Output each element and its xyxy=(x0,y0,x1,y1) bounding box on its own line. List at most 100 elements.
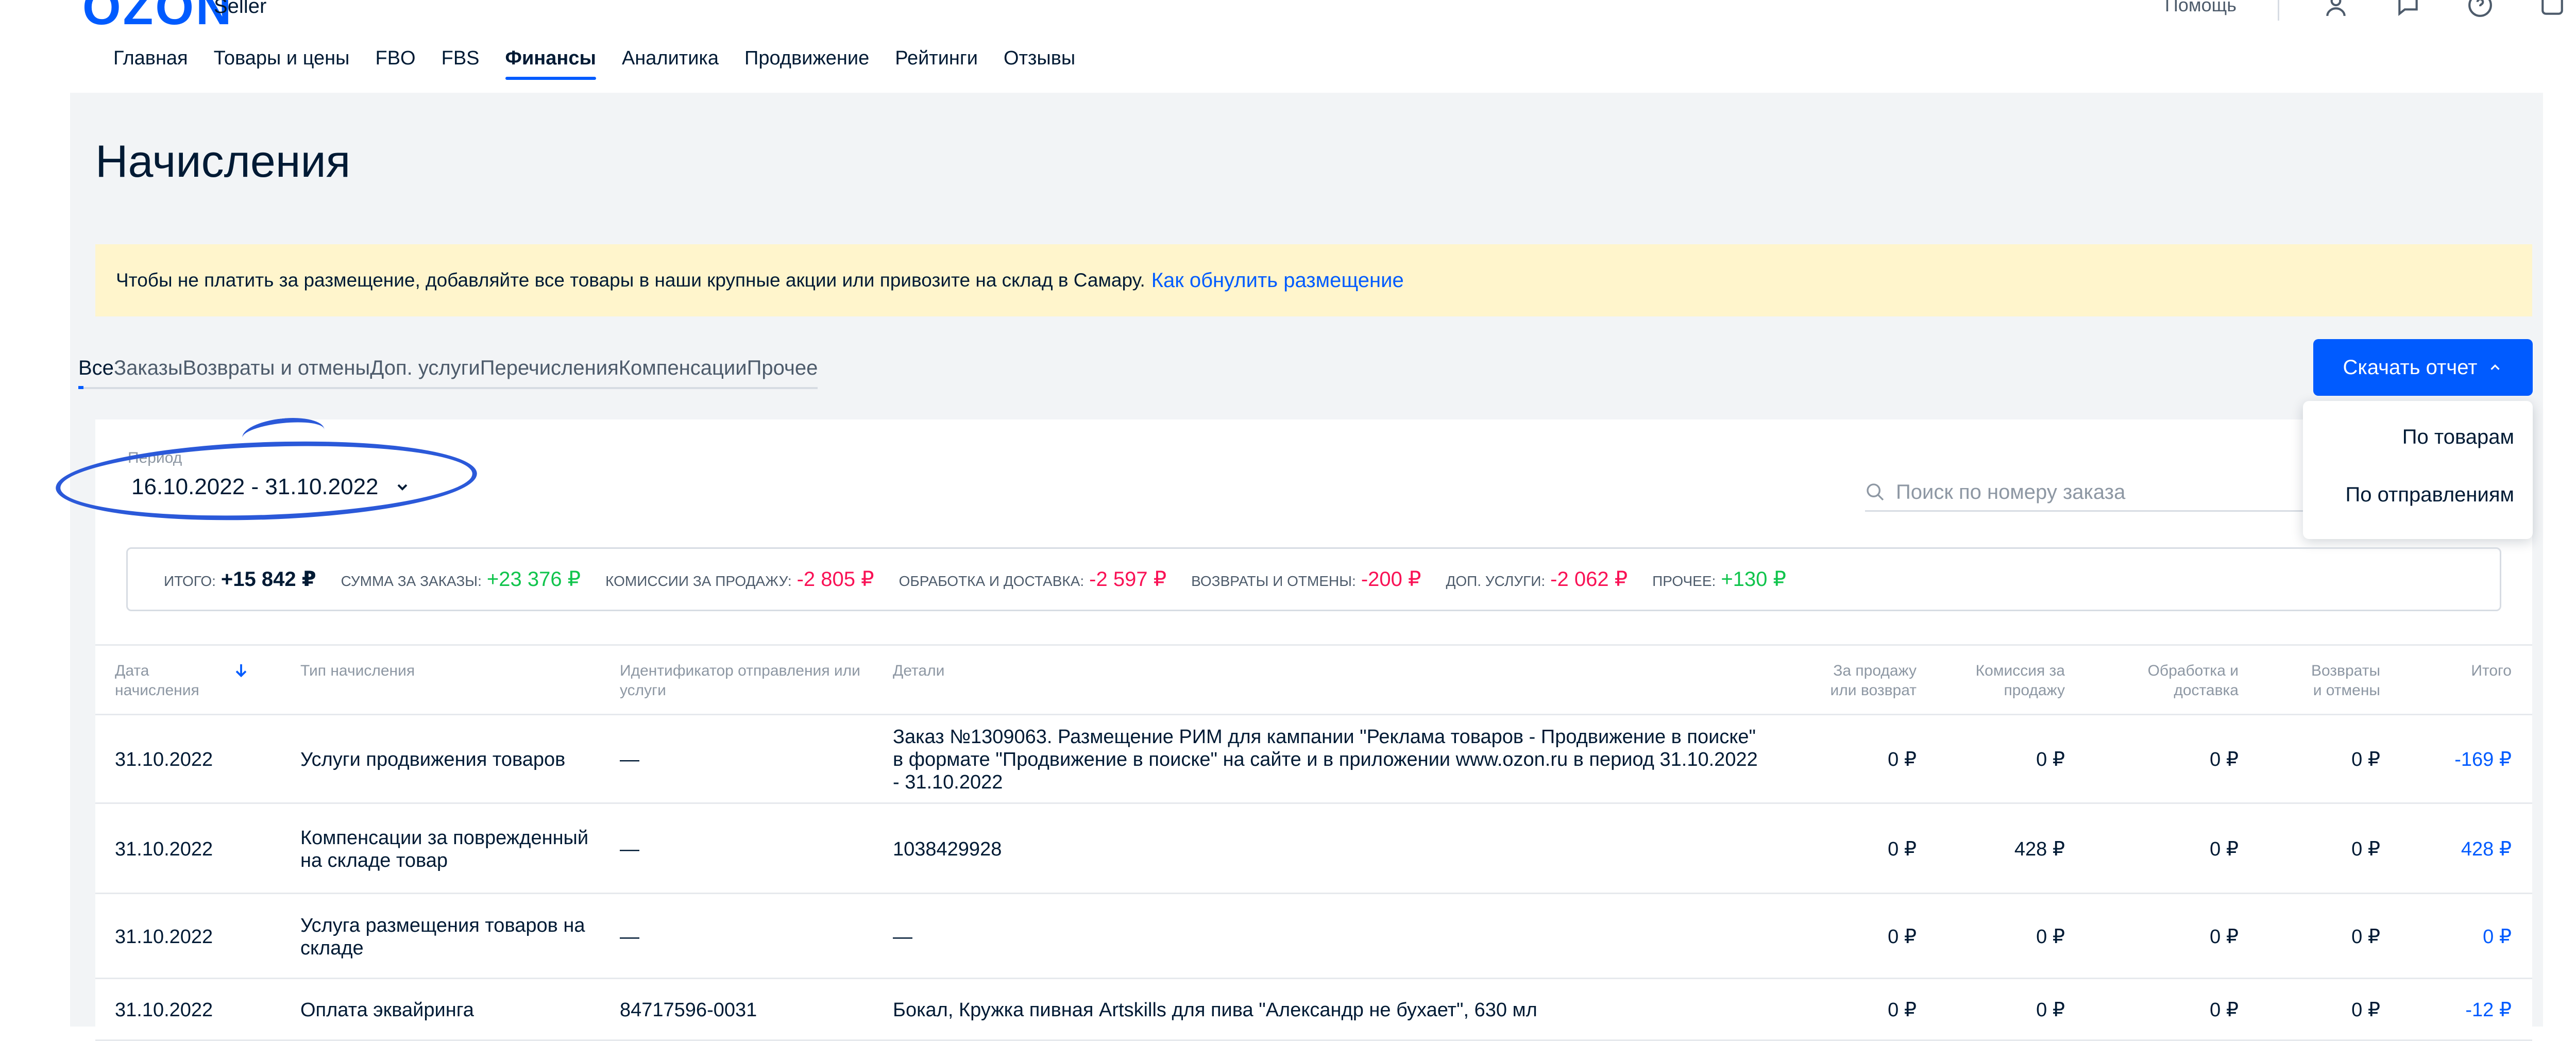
nav-tab[interactable]: Отзывы xyxy=(1004,47,1075,80)
cell-processing: 0 ₽ xyxy=(2210,999,2239,1021)
cell-id: 84717596-0031 xyxy=(620,999,757,1021)
summary-value: -2 597 ₽ xyxy=(1089,568,1167,591)
help-icon[interactable] xyxy=(2465,0,2496,21)
summary-label: Возвраты и отмены: xyxy=(1191,573,1356,589)
cell-returns: 0 ₽ xyxy=(2351,926,2380,948)
table-row[interactable]: 31.10.2022 Компенсации за поврежденный на… xyxy=(95,804,2532,894)
nav-tab[interactable]: FBO xyxy=(375,47,415,80)
nav-tab[interactable]: Аналитика xyxy=(622,47,719,80)
summary-item: Комиссии за продажу: -2 805 ₽ xyxy=(605,567,874,591)
cell-type: Компенсации за поврежденный на складе то… xyxy=(300,827,589,871)
subtab[interactable]: Прочее xyxy=(747,357,818,380)
cell-id: — xyxy=(620,926,639,948)
subtab[interactable]: Компенсации xyxy=(619,357,747,380)
col-type: Тип начисления xyxy=(300,662,415,679)
summary-label: Итого: xyxy=(164,573,216,589)
cell-details: 1038429928 xyxy=(893,838,1002,860)
summary-value: -2 805 ₽ xyxy=(796,568,874,591)
cell-sale: 0 ₽ xyxy=(1888,999,1917,1021)
subtab[interactable]: Заказы xyxy=(114,357,183,380)
page-title: Начисления xyxy=(95,136,351,187)
cell-date: 31.10.2022 xyxy=(115,838,213,860)
nav-tab[interactable]: Товары и цены xyxy=(214,47,350,80)
cell-total[interactable]: -12 ₽ xyxy=(2445,999,2512,1021)
user-icon[interactable] xyxy=(2320,0,2351,21)
summary-label: Обработка и доставка: xyxy=(899,573,1084,589)
chat-icon[interactable] xyxy=(2393,0,2424,21)
cell-commission: 0 ₽ xyxy=(2036,749,2065,770)
cell-commission: 428 ₽ xyxy=(2014,838,2065,860)
subtab[interactable]: Все xyxy=(78,357,114,389)
col-date[interactable]: Дата начисления xyxy=(115,661,208,700)
header-actions: Помощь xyxy=(2165,0,2568,21)
accrual-type-tabs: Все Заказы Возвраты и отмены Доп. услуги Пер… xyxy=(78,357,818,389)
summary-value: -200 ₽ xyxy=(1361,568,1421,591)
cell-details: — xyxy=(893,926,912,948)
cell-sale: 0 ₽ xyxy=(1888,838,1917,860)
subtab[interactable]: Перечисления xyxy=(480,357,619,380)
summary-value: +23 376 ₽ xyxy=(486,568,581,591)
ozon-logo[interactable]: OZON xyxy=(82,0,233,36)
sort-arrow-down-icon[interactable] xyxy=(232,661,250,680)
subtab[interactable]: Возвраты и отмены xyxy=(183,357,370,380)
summary-item: Прочее: +130 ₽ xyxy=(1652,567,1786,591)
order-search-input[interactable]: Поиск по номеру заказа xyxy=(1865,474,2308,512)
download-by-products[interactable]: По товарам xyxy=(2402,426,2514,449)
download-report-menu: По товарам По отправлениям xyxy=(2303,401,2533,539)
cell-processing: 0 ₽ xyxy=(2210,749,2239,770)
summary-item: Сумма за заказы: +23 376 ₽ xyxy=(341,567,581,591)
help-link[interactable]: Помощь xyxy=(2165,0,2236,16)
header-divider xyxy=(2278,0,2279,21)
download-report-label: Скачать отчет xyxy=(2343,356,2478,379)
cell-total[interactable]: -169 ₽ xyxy=(2445,748,2512,771)
accruals-summary: Итого: +15 842 ₽ Сумма за заказы: +23 376 ₽… xyxy=(126,547,2501,611)
summary-label: Прочее: xyxy=(1652,573,1716,589)
col-processing: Обработка и доставка xyxy=(2147,662,2239,699)
nav-tab[interactable]: Главная xyxy=(113,47,188,80)
cell-id: — xyxy=(620,838,639,860)
nav-tab[interactable]: FBS xyxy=(442,47,480,80)
col-commission: Комиссия за продажу xyxy=(1975,662,2065,699)
cell-type: Оплата эквайринга xyxy=(300,999,474,1021)
info-banner: Чтобы не платить за размещение, добавляй… xyxy=(95,244,2532,316)
search-placeholder: Поиск по номеру заказа xyxy=(1896,480,2126,503)
subtab[interactable]: Доп. услуги xyxy=(370,357,480,380)
col-sale: За продажу или возврат xyxy=(1830,662,1917,699)
cell-details: Бокал, Кружка пивная Artskills для пива … xyxy=(893,999,1537,1021)
summary-label: Сумма за заказы: xyxy=(341,573,482,589)
cell-commission: 0 ₽ xyxy=(2036,999,2065,1021)
summary-item: Обработка и доставка: -2 597 ₽ xyxy=(899,567,1167,591)
table-row[interactable]: 31.10.2022 Услуга размещения товаров на с… xyxy=(95,894,2532,979)
banner-link[interactable]: Как обнулить размещение xyxy=(1151,269,1404,292)
main-nav: Главная Товары и цены FBO FBS Финансы Аналити… xyxy=(113,47,1075,80)
summary-value: +15 842 ₽ xyxy=(221,568,316,591)
seller-label: Seller xyxy=(214,0,267,18)
nav-tab[interactable]: Продвижение xyxy=(744,47,869,80)
summary-label: Доп. услуги: xyxy=(1446,573,1546,589)
table-header: Дата начисления Тип начисления Идентифик… xyxy=(95,644,2532,715)
cell-total[interactable]: 0 ₽ xyxy=(2445,926,2512,948)
cell-date: 31.10.2022 xyxy=(115,749,213,770)
nav-tab[interactable]: Финансы xyxy=(505,47,597,80)
banner-text: Чтобы не платить за размещение, добавляй… xyxy=(116,270,1145,291)
download-by-shipments[interactable]: По отправлениям xyxy=(2346,483,2514,507)
cell-sale: 0 ₽ xyxy=(1888,749,1917,770)
summary-value: -2 062 ₽ xyxy=(1550,568,1628,591)
search-icon xyxy=(1867,483,1884,501)
cell-sale: 0 ₽ xyxy=(1888,926,1917,948)
summary-label: Комиссии за продажу: xyxy=(605,573,792,589)
cell-date: 31.10.2022 xyxy=(115,999,213,1021)
cell-date: 31.10.2022 xyxy=(115,926,213,948)
summary-value: +130 ₽ xyxy=(1721,568,1786,591)
cell-returns: 0 ₽ xyxy=(2351,999,2380,1021)
cell-total[interactable]: 428 ₽ xyxy=(2445,838,2512,861)
table-row[interactable]: 31.10.2022 Оплата эквайринга 84717596-0031… xyxy=(95,979,2532,1041)
cell-id: — xyxy=(620,749,639,770)
col-total: Итого xyxy=(2471,662,2512,679)
cell-type: Услуги продвижения товаров xyxy=(300,749,566,770)
nav-tab[interactable]: Рейтинги xyxy=(895,47,978,80)
cell-processing: 0 ₽ xyxy=(2210,838,2239,860)
download-report-button[interactable]: Скачать отчет xyxy=(2313,339,2533,396)
notifications-icon[interactable] xyxy=(2537,0,2568,21)
table-row[interactable]: 31.10.2022 Услуги продвижения товаров — Зак… xyxy=(95,715,2532,804)
